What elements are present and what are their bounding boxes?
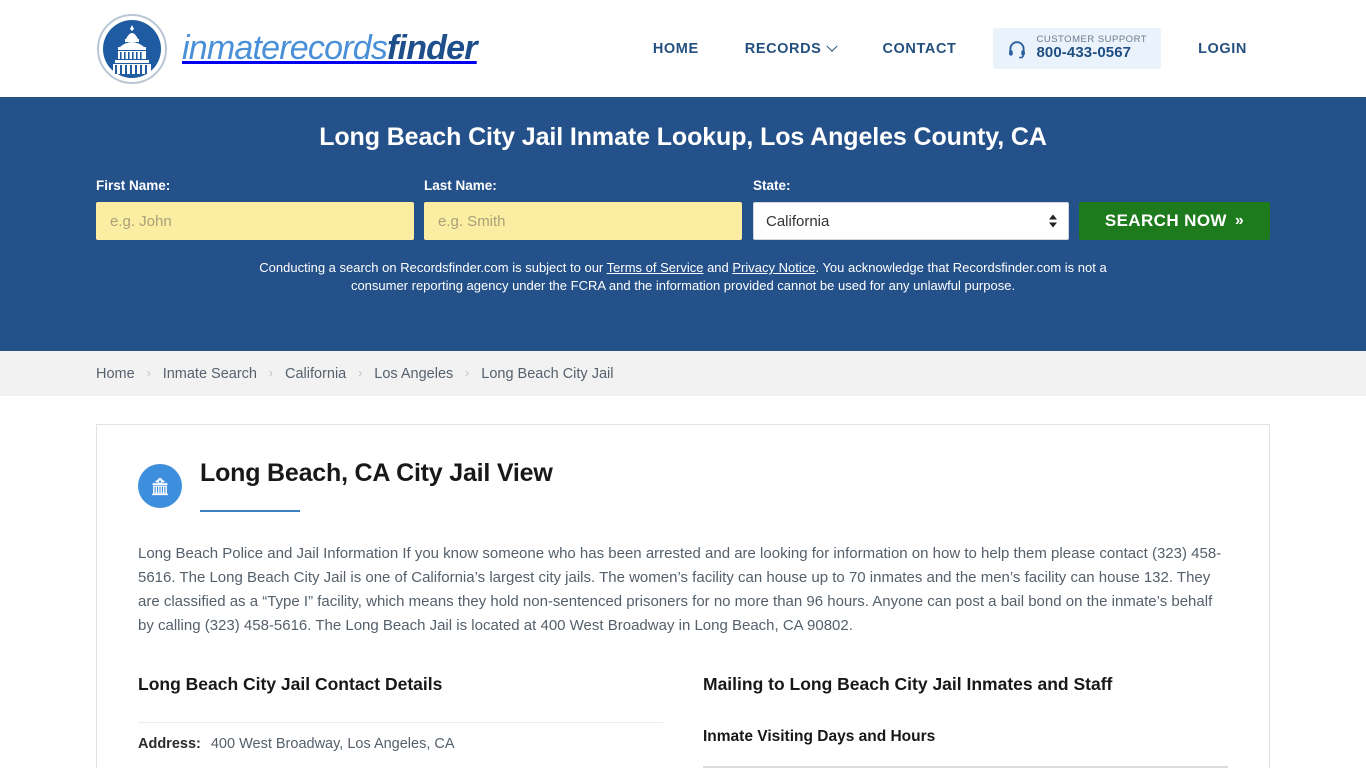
inmate-search-form: First Name: Last Name: State: California bbox=[96, 178, 1271, 240]
mailing-column: Mailing to Long Beach City Jail Inmates … bbox=[703, 674, 1228, 768]
double-chevron-right-icon: » bbox=[1234, 212, 1245, 229]
jail-building-icon bbox=[138, 463, 182, 508]
privacy-notice-link[interactable]: Privacy Notice bbox=[732, 260, 815, 275]
chevron-down-icon bbox=[826, 40, 839, 52]
breadcrumb: Home › Inmate Search › California › Los … bbox=[0, 351, 1366, 396]
nav-item-records[interactable]: RECORDS bbox=[722, 40, 860, 57]
breadcrumb-item-current: Long Beach City Jail bbox=[481, 365, 614, 382]
breadcrumb-item-california[interactable]: California bbox=[285, 366, 346, 382]
breadcrumb-item-home[interactable]: Home bbox=[96, 366, 135, 382]
search-now-button[interactable]: SEARCH NOW » bbox=[1079, 202, 1271, 240]
contact-details-title: Long Beach City Jail Contact Details bbox=[138, 674, 443, 694]
page-root: inmaterecordsfinder HOME RECORDS CONTACT bbox=[0, 0, 1366, 768]
brand-wordmark-bold: finder bbox=[387, 29, 477, 67]
chevron-right-icon: › bbox=[358, 365, 363, 380]
address-key: Address: bbox=[138, 736, 201, 752]
brand-wordmark: inmaterecordsfinder bbox=[182, 29, 477, 68]
search-banner: Long Beach City Jail Inmate Lookup, Los … bbox=[0, 97, 1366, 351]
nav-item-records-label: RECORDS bbox=[744, 40, 822, 57]
nav-item-contact-label: CONTACT bbox=[882, 40, 957, 57]
section-title: Long Beach, CA City Jail View bbox=[200, 459, 553, 487]
site-logo[interactable]: inmaterecordsfinder bbox=[96, 13, 477, 85]
breadcrumb-item-los-angeles[interactable]: Los Angeles bbox=[374, 366, 453, 382]
first-name-input[interactable] bbox=[96, 202, 414, 240]
state-label: State: bbox=[753, 178, 791, 193]
breadcrumb-item-inmate-search[interactable]: Inmate Search bbox=[163, 366, 257, 382]
site-header: inmaterecordsfinder HOME RECORDS CONTACT bbox=[0, 0, 1366, 97]
disclaimer-text-1: Conducting a search on Recordsfinder.com… bbox=[259, 260, 607, 275]
table-row: Address: 400 West Broadway, Los Angeles,… bbox=[138, 722, 663, 765]
login-link[interactable]: LOGIN bbox=[1175, 41, 1270, 57]
first-name-label: First Name: bbox=[96, 178, 171, 193]
terms-of-service-link[interactable]: Terms of Service bbox=[607, 260, 704, 275]
search-disclaimer: Conducting a search on Recordsfinder.com… bbox=[96, 259, 1270, 295]
state-select[interactable]: California bbox=[753, 202, 1070, 240]
main-navigation: HOME RECORDS CONTACT CUSTOMER SUPPORT 80… bbox=[630, 28, 1270, 69]
first-name-field-group: First Name: bbox=[96, 178, 414, 240]
section-header: Long Beach, CA City Jail View bbox=[138, 459, 1228, 512]
page-title: Long Beach City Jail Inmate Lookup, Los … bbox=[319, 123, 1047, 151]
details-columns: Long Beach City Jail Contact Details Add… bbox=[138, 674, 1228, 768]
address-value: 400 West Broadway, Los Angeles, CA bbox=[210, 736, 455, 752]
brand-wordmark-light: inmaterecords bbox=[182, 29, 388, 67]
content-card: Long Beach, CA City Jail View Long Beach… bbox=[96, 424, 1270, 768]
visiting-hours-subtitle: Inmate Visiting Days and Hours bbox=[703, 728, 936, 745]
last-name-label: Last Name: bbox=[424, 178, 497, 193]
support-phone: 800-433-0567 bbox=[1036, 44, 1132, 62]
chevron-right-icon: › bbox=[269, 365, 273, 380]
customer-support-button[interactable]: CUSTOMER SUPPORT 800-433-0567 bbox=[993, 28, 1162, 69]
state-field-group: State: California bbox=[753, 178, 1070, 240]
nav-item-home-label: HOME bbox=[652, 40, 699, 57]
chevron-right-icon: › bbox=[146, 365, 151, 380]
nav-item-home[interactable]: HOME bbox=[630, 41, 722, 57]
last-name-input[interactable] bbox=[424, 202, 742, 240]
disclaimer-text-2: and bbox=[703, 260, 733, 275]
capitol-dome-icon bbox=[96, 13, 168, 85]
title-underline bbox=[200, 510, 300, 512]
search-now-label: SEARCH NOW bbox=[1104, 211, 1227, 230]
mailing-title: Mailing to Long Beach City Jail Inmates … bbox=[703, 674, 1113, 694]
state-select-wrapper: California bbox=[753, 202, 1070, 240]
chevron-right-icon: › bbox=[465, 365, 470, 380]
jail-description-paragraph: Long Beach Police and Jail Information I… bbox=[138, 545, 1222, 634]
headset-icon bbox=[1007, 39, 1027, 59]
last-name-field-group: Last Name: bbox=[424, 178, 742, 240]
contact-details-column: Long Beach City Jail Contact Details Add… bbox=[138, 674, 663, 768]
nav-item-contact[interactable]: CONTACT bbox=[859, 41, 979, 57]
login-label: LOGIN bbox=[1198, 40, 1247, 57]
